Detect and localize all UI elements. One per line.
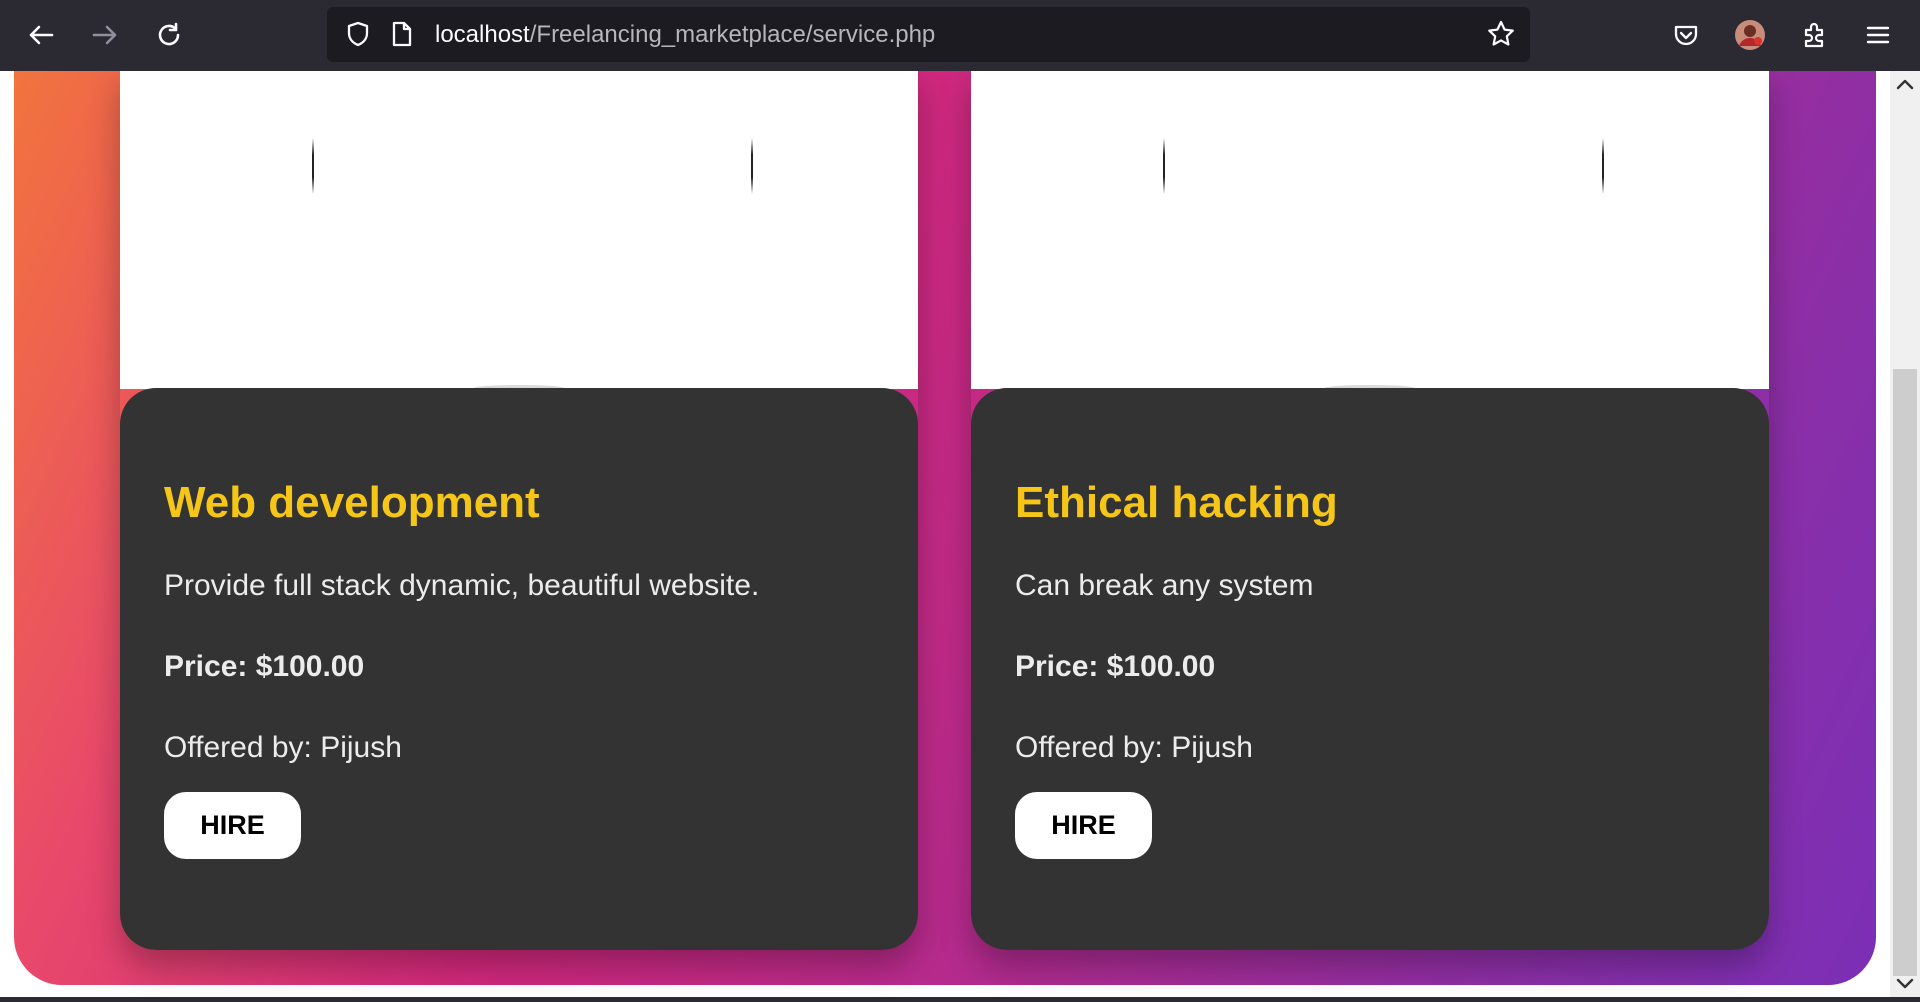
pocket-icon[interactable] <box>1669 18 1703 52</box>
service-offered-by: Offered by: Pijush <box>164 731 402 764</box>
url-host: localhost <box>435 21 530 48</box>
service-card: Ethical hacking Can break any system Pri… <box>971 71 1769 950</box>
page-scrollbar[interactable] <box>1890 71 1920 1002</box>
image-edge-right <box>1602 138 1604 194</box>
service-price: Price: $100.00 <box>1015 650 1216 683</box>
menu-icon[interactable] <box>1861 18 1895 52</box>
chevron-up-icon[interactable] <box>1896 77 1914 96</box>
url-text[interactable]: localhost/Freelancing_marketplace/servic… <box>435 7 935 62</box>
service-card: Web development Provide full stack dynam… <box>120 71 918 950</box>
url-bar[interactable]: localhost/Freelancing_marketplace/servic… <box>327 7 1530 62</box>
avatar[interactable] <box>1733 18 1767 52</box>
image-edge-left <box>312 138 314 194</box>
service-card-body: Web development Provide full stack dynam… <box>120 388 918 950</box>
chevron-down-icon[interactable] <box>1896 977 1914 996</box>
reload-icon[interactable] <box>152 18 186 52</box>
service-image <box>971 71 1769 391</box>
window-bottom-edge <box>0 997 1920 1002</box>
services-section: Web development Provide full stack dynam… <box>14 71 1876 985</box>
back-arrow-icon[interactable] <box>24 18 58 52</box>
image-edge-left <box>1163 138 1165 194</box>
hire-button[interactable]: HIRE <box>164 792 301 859</box>
forward-arrow-icon[interactable] <box>88 18 122 52</box>
shield-icon[interactable] <box>341 17 375 51</box>
extensions-icon[interactable] <box>1797 18 1831 52</box>
page-viewport: Web development Provide full stack dynam… <box>0 71 1920 1002</box>
star-icon[interactable] <box>1484 17 1518 51</box>
service-offered-by: Offered by: Pijush <box>1015 731 1253 764</box>
page-icon <box>385 17 419 51</box>
service-description: Can break any system <box>1015 569 1314 602</box>
service-description: Provide full stack dynamic, beautiful we… <box>164 569 760 602</box>
service-card-body: Ethical hacking Can break any system Pri… <box>971 388 1769 950</box>
service-title: Web development <box>164 478 540 527</box>
service-image <box>120 71 918 391</box>
browser-toolbar: localhost/Freelancing_marketplace/servic… <box>0 0 1920 71</box>
service-price: Price: $100.00 <box>164 650 365 683</box>
hire-button[interactable]: HIRE <box>1015 792 1152 859</box>
service-title: Ethical hacking <box>1015 478 1338 527</box>
image-edge-right <box>751 138 753 194</box>
scrollbar-thumb[interactable] <box>1893 369 1917 976</box>
url-path: /Freelancing_marketplace/service.php <box>529 21 936 48</box>
